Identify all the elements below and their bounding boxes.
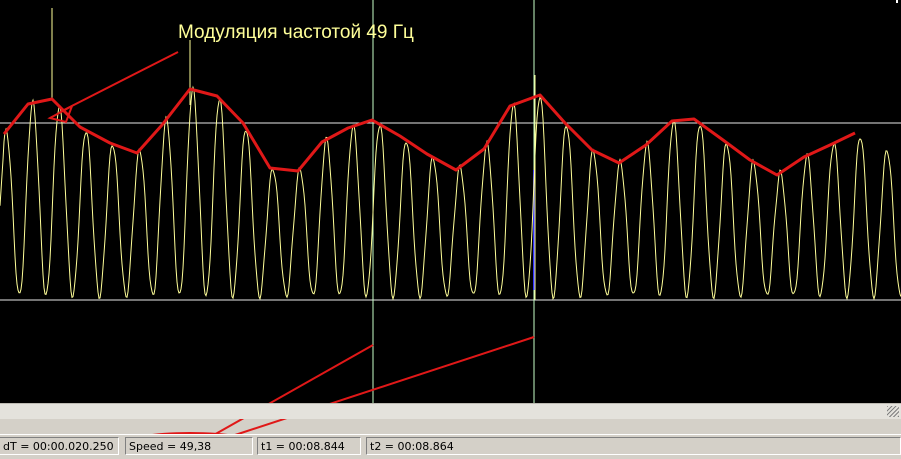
resize-grip-icon[interactable]	[887, 406, 899, 417]
status-t1: t1 = 00:08.844	[257, 437, 361, 455]
status-speed: Speed = 49,38	[125, 437, 253, 455]
oscilloscope-plot[interactable]	[0, 0, 901, 403]
annotation-title: Модуляция частотой 49 Гц	[178, 22, 414, 43]
plot-background	[0, 0, 901, 403]
status-t2: t2 = 00:08.864	[366, 437, 901, 455]
horizontal-scrollbar[interactable]	[0, 403, 901, 419]
status-dt: dT = 00:00.020.250	[0, 437, 119, 455]
